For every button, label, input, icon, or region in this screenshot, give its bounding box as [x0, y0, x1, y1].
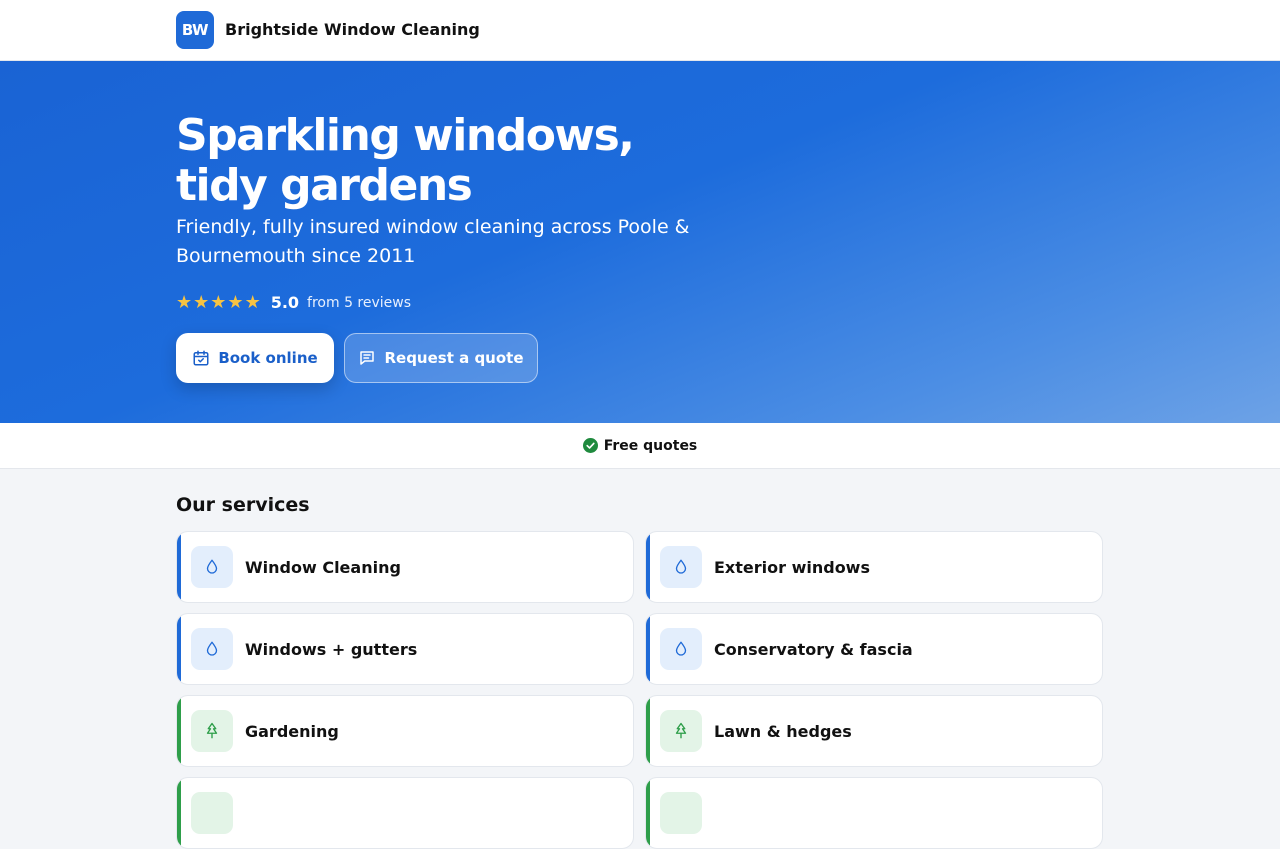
star-rating: ★ ★ ★ ★ ★ — [176, 291, 261, 313]
service-card-exterior-windows[interactable]: Exterior windows — [645, 531, 1103, 603]
hero-title: Sparkling windows, tidy gardens — [176, 110, 635, 211]
service-label: Exterior windows — [714, 557, 870, 577]
book-online-label: Book online — [218, 349, 318, 367]
hero-title-line1: Sparkling windows, — [176, 110, 635, 161]
book-online-button[interactable]: Book online — [176, 333, 334, 383]
message-icon — [360, 351, 375, 365]
service-card-lawn-hedges[interactable]: Lawn & hedges — [645, 695, 1103, 767]
star-icon: ★ — [193, 291, 210, 313]
service-card-partial[interactable] — [176, 777, 634, 849]
star-icon: ★ — [176, 291, 193, 313]
service-label: Conservatory & fascia — [714, 639, 913, 659]
feature-free-quotes-label: Free quotes — [603, 437, 698, 454]
tree-icon — [191, 792, 233, 834]
hero-subtitle: Friendly, fully insured window cleaning … — [176, 216, 690, 267]
tree-icon — [660, 792, 702, 834]
tree-icon — [660, 710, 702, 752]
droplet-icon — [191, 546, 233, 588]
request-quote-button[interactable]: Request a quote — [344, 333, 538, 383]
droplet-icon — [660, 546, 702, 588]
service-label: Gardening — [245, 721, 339, 741]
logo[interactable]: BW — [176, 11, 214, 49]
rating-score: 5.0 — [270, 293, 300, 312]
droplet-icon — [191, 628, 233, 670]
hero-section: Sparkling windows, tidy gardens Friendly… — [0, 61, 1280, 423]
tree-icon — [191, 710, 233, 752]
calendar-icon — [193, 350, 209, 366]
rating-reviews: from 5 reviews — [307, 294, 412, 311]
rating: ★ ★ ★ ★ ★ 5.0 from 5 reviews — [176, 293, 411, 312]
droplet-icon — [660, 628, 702, 670]
check-circle-icon — [582, 438, 598, 453]
request-quote-label: Request a quote — [384, 349, 524, 367]
service-card-conservatory-fascia[interactable]: Conservatory & fascia — [645, 613, 1103, 685]
star-icon: ★ — [210, 291, 227, 313]
features-bar: Free quotes — [0, 423, 1280, 469]
service-label: Lawn & hedges — [714, 721, 852, 741]
feature-free-quotes: Free quotes — [582, 437, 698, 454]
service-card-windows-gutters[interactable]: Windows + gutters — [176, 613, 634, 685]
services-title: Our services — [176, 494, 310, 516]
service-card-gardening[interactable]: Gardening — [176, 695, 634, 767]
service-card-partial[interactable] — [645, 777, 1103, 849]
hero-title-line2: tidy gardens — [176, 160, 473, 211]
brand-name[interactable]: Brightside Window Cleaning — [225, 20, 480, 39]
star-icon: ★ — [244, 291, 261, 313]
site-header: BW Brightside Window Cleaning — [0, 0, 1280, 61]
service-card-window-cleaning[interactable]: Window Cleaning — [176, 531, 634, 603]
service-label: Windows + gutters — [245, 639, 418, 659]
service-label: Window Cleaning — [245, 557, 401, 577]
star-icon: ★ — [227, 291, 244, 313]
